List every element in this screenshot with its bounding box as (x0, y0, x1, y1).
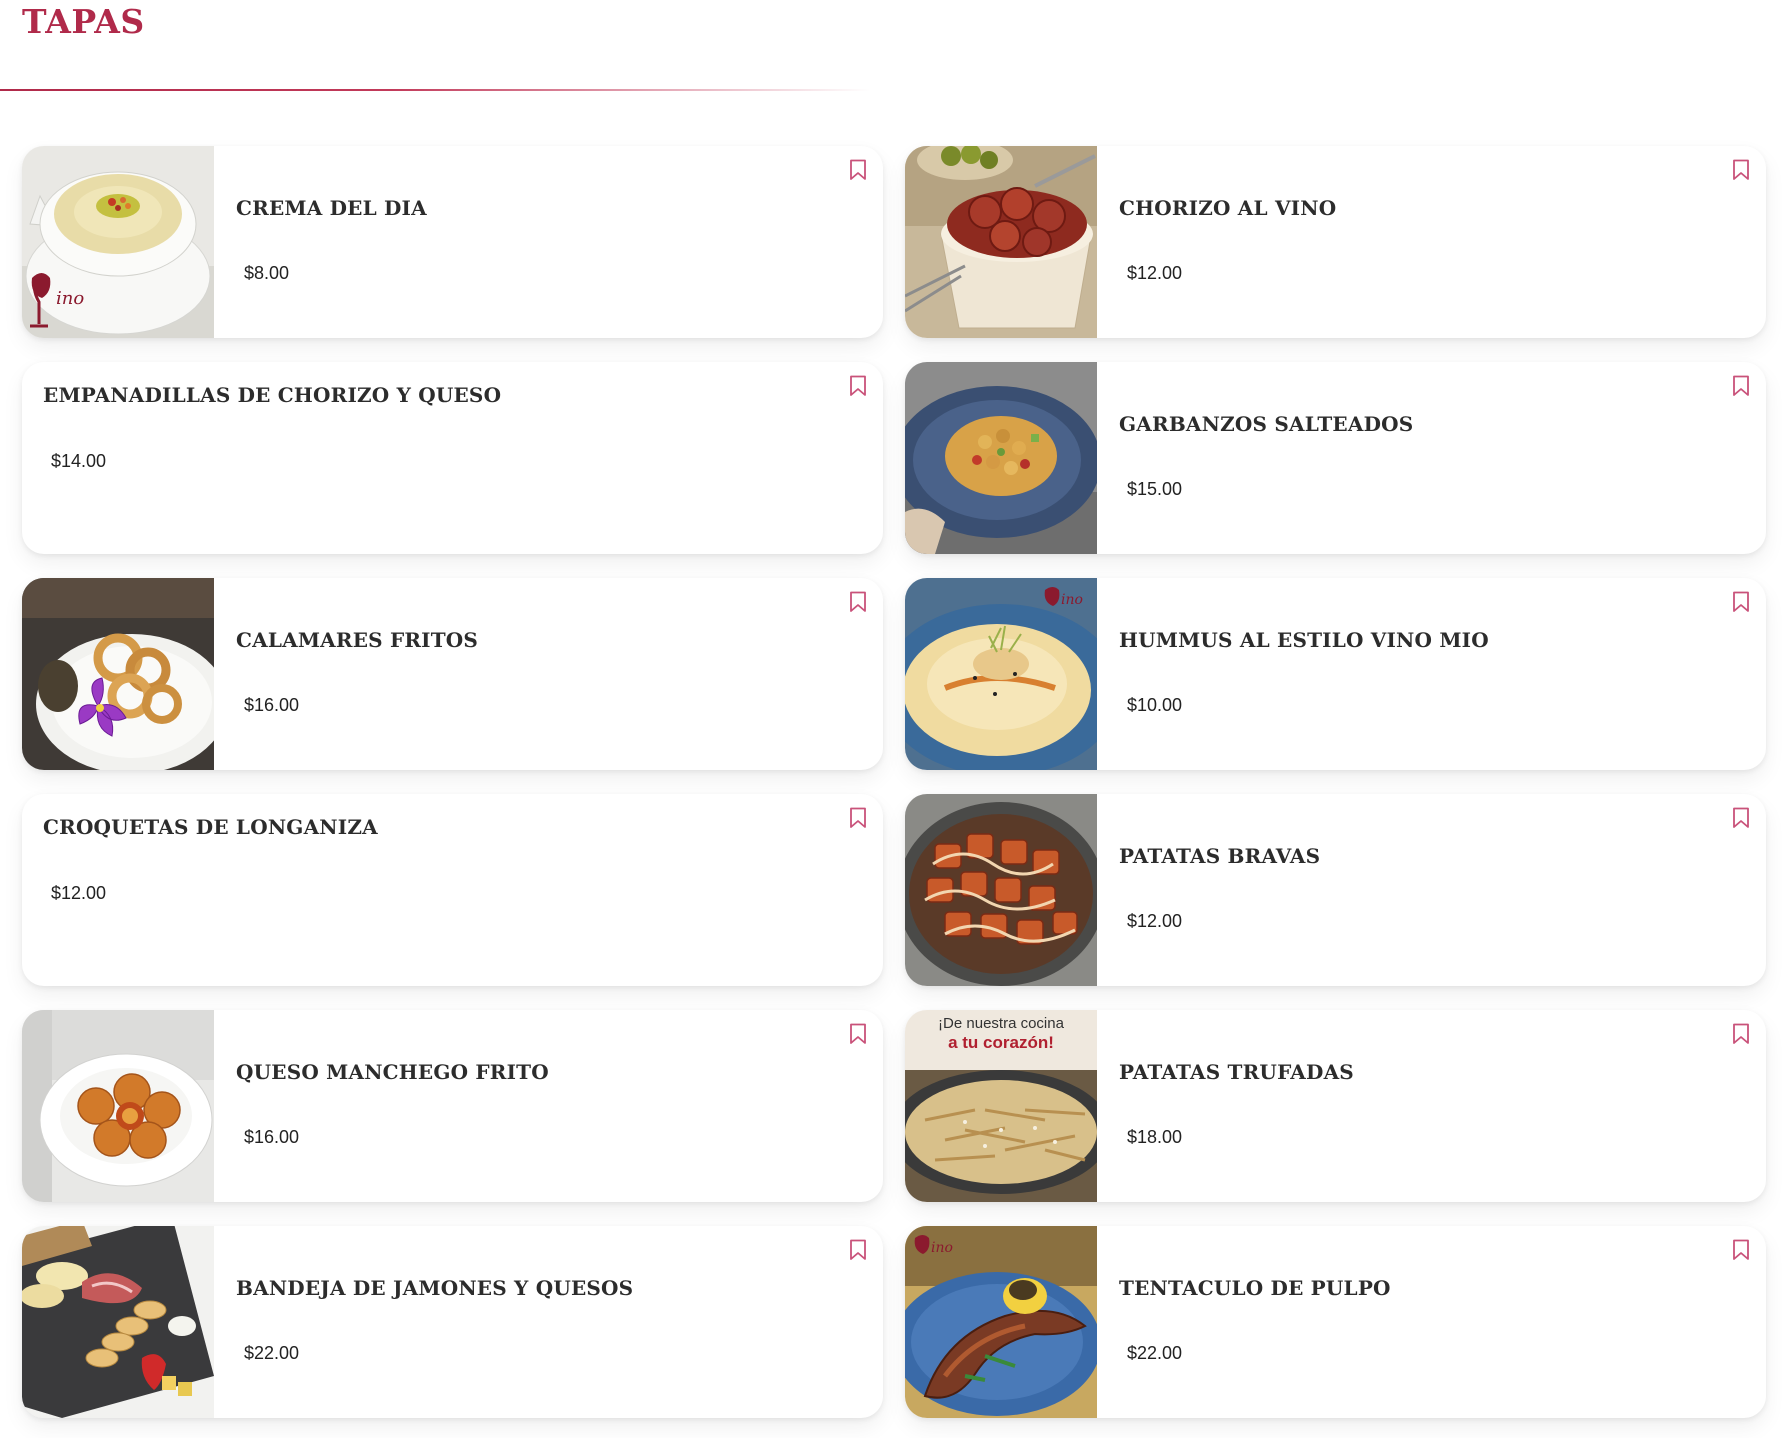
title-divider (0, 89, 870, 91)
menu-item-price: $15.00 (1127, 479, 1183, 499)
truffle-fries-photo: ¡De nuestra cocina a tu corazón! (905, 1010, 1097, 1202)
bookmark-icon[interactable] (849, 159, 867, 181)
bookmark-icon[interactable] (849, 1239, 867, 1261)
chorizo-bowl-photo (905, 146, 1097, 338)
menu-item-name: HUMMUS AL ESTILO VINO MIO (1119, 628, 1489, 652)
photo-caption-line-2: a tu corazón! (948, 1033, 1054, 1052)
octopus-tentacle-photo: ino (905, 1226, 1097, 1418)
menu-item-price: $12.00 (51, 883, 107, 903)
menu-item-price: $16.00 (244, 695, 300, 715)
menu-item-info: TENTACULO DE PULPO $22.00 (1119, 1226, 1766, 1418)
menu-item-name: CALAMARES FRITOS (236, 628, 479, 652)
menu-item-info: QUESO MANCHEGO FRITO $16.00 (236, 1010, 883, 1202)
menu-item-card[interactable]: CALAMARES FRITOS $16.00 (22, 578, 883, 770)
menu-item-card[interactable]: CHORIZO AL VINO $12.00 (905, 146, 1766, 338)
menu-item-info: HUMMUS AL ESTILO VINO MIO $10.00 (1119, 578, 1766, 770)
menu-item-name: CREMA DEL DIA (236, 196, 427, 220)
menu-item-price: $16.00 (244, 1127, 300, 1147)
bookmark-icon[interactable] (1732, 591, 1750, 613)
patatas-bravas-photo (905, 794, 1097, 986)
menu-item-name: EMPANADILLAS DE CHORIZO Y QUESO (43, 383, 502, 407)
menu-item-info: CREMA DEL DIA $8.00 (236, 146, 883, 338)
menu-item-name: PATATAS BRAVAS (1119, 844, 1321, 868)
photo-caption-line-1: ¡De nuestra cocina (938, 1015, 1064, 1032)
menu-item-name: BANDEJA DE JAMONES Y QUESOS (236, 1276, 634, 1300)
menu-item-info: GARBANZOS SALTEADOS $15.00 (1119, 362, 1766, 554)
svg-text:ino: ino (56, 288, 84, 309)
bookmark-icon[interactable] (1732, 1239, 1750, 1261)
menu-grid: ino CREMA DEL DIA $8.00 CHORIZO AL VINO … (22, 146, 1766, 1418)
menu-item-card[interactable]: EMPANADILLAS DE CHORIZO Y QUESO $14.00 (22, 362, 883, 554)
menu-item-card[interactable]: ino HUMMUS AL ESTILO VINO MIO $10.00 (905, 578, 1766, 770)
menu-item-card[interactable]: QUESO MANCHEGO FRITO $16.00 (22, 1010, 883, 1202)
menu-item-info: CALAMARES FRITOS $16.00 (236, 578, 883, 770)
menu-item-card[interactable]: BANDEJA DE JAMONES Y QUESOS $22.00 (22, 1226, 883, 1418)
menu-item-info: EMPANADILLAS DE CHORIZO Y QUESO $14.00 (43, 362, 883, 554)
fried-cheese-balls-photo (22, 1010, 214, 1202)
menu-item-card[interactable]: GARBANZOS SALTEADOS $15.00 (905, 362, 1766, 554)
menu-item-card[interactable]: ino TENTACULO DE PULPO $22.00 (905, 1226, 1766, 1418)
menu-item-info: CROQUETAS DE LONGANIZA $12.00 (43, 794, 883, 986)
menu-item-name: GARBANZOS SALTEADOS (1119, 412, 1414, 436)
bookmark-icon[interactable] (1732, 1023, 1750, 1045)
menu-item-name: CHORIZO AL VINO (1119, 196, 1337, 220)
menu-item-info: PATATAS TRUFADAS $18.00 (1119, 1010, 1766, 1202)
bookmark-icon[interactable] (1732, 807, 1750, 829)
fried-calamari-photo (22, 578, 214, 770)
bookmark-icon[interactable] (849, 1023, 867, 1045)
menu-item-card[interactable]: CROQUETAS DE LONGANIZA $12.00 (22, 794, 883, 986)
menu-item-name: PATATAS TRUFADAS (1119, 1060, 1354, 1084)
cream-soup-photo: ino (22, 146, 214, 338)
bookmark-icon[interactable] (849, 591, 867, 613)
bookmark-icon[interactable] (849, 375, 867, 397)
ham-cheese-board-photo (22, 1226, 214, 1418)
bookmark-icon[interactable] (1732, 375, 1750, 397)
menu-item-card[interactable]: PATATAS BRAVAS $12.00 (905, 794, 1766, 986)
bookmark-icon[interactable] (849, 807, 867, 829)
menu-item-name: QUESO MANCHEGO FRITO (236, 1060, 549, 1084)
menu-item-info: BANDEJA DE JAMONES Y QUESOS $22.00 (236, 1226, 883, 1418)
menu-item-price: $14.00 (51, 451, 107, 471)
menu-item-price: $22.00 (244, 1343, 300, 1363)
bookmark-icon[interactable] (1732, 159, 1750, 181)
menu-item-price: $12.00 (1127, 911, 1183, 931)
chickpeas-plate-photo (905, 362, 1097, 554)
menu-item-price: $10.00 (1127, 695, 1183, 715)
menu-item-card[interactable]: ¡De nuestra cocina a tu corazón! PATATAS… (905, 1010, 1766, 1202)
menu-item-price: $18.00 (1127, 1127, 1183, 1147)
menu-item-name: CROQUETAS DE LONGANIZA (43, 815, 378, 839)
menu-item-info: PATATAS BRAVAS $12.00 (1119, 794, 1766, 986)
svg-text:ino: ino (931, 1240, 953, 1256)
menu-item-price: $8.00 (244, 263, 290, 283)
hummus-plate-photo: ino (905, 578, 1097, 770)
section-title: TAPAS (22, 2, 145, 41)
menu-item-price: $12.00 (1127, 263, 1183, 283)
menu-item-name: TENTACULO DE PULPO (1119, 1276, 1391, 1300)
menu-item-info: CHORIZO AL VINO $12.00 (1119, 146, 1766, 338)
menu-item-card[interactable]: ino CREMA DEL DIA $8.00 (22, 146, 883, 338)
svg-text:ino: ino (1061, 592, 1083, 608)
menu-item-price: $22.00 (1127, 1343, 1183, 1363)
